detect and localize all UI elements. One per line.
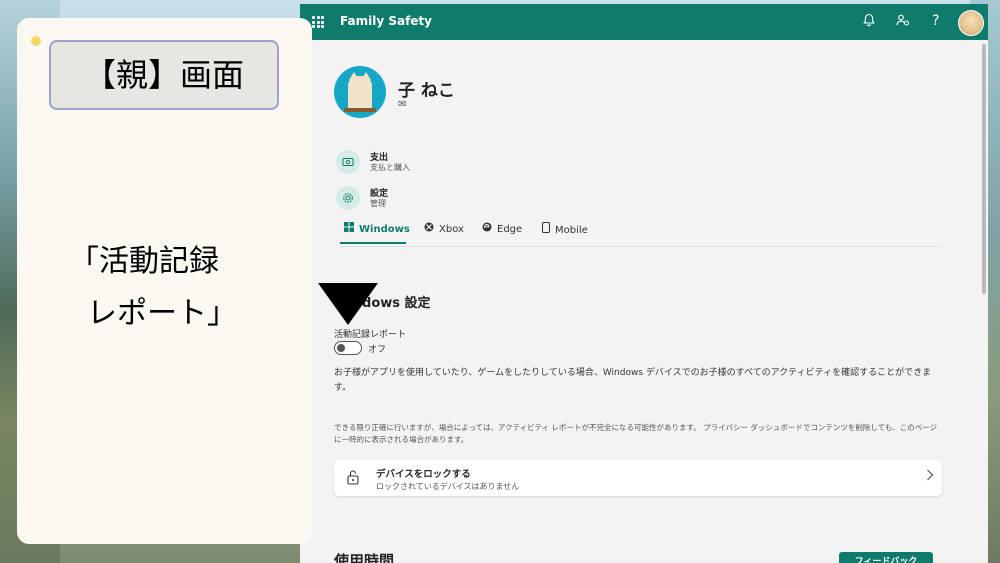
card-dot [31, 36, 41, 46]
menu-item-subtitle: 支払と購入 [370, 163, 410, 172]
tab-label: Mobile [555, 225, 588, 236]
edge-icon [482, 222, 492, 235]
xbox-icon [424, 222, 434, 235]
menu-item-subtitle: 管理 [370, 199, 386, 208]
activity-report-toggle[interactable] [334, 341, 362, 355]
scrollbar[interactable] [982, 44, 986, 294]
windows-icon [344, 222, 354, 235]
family-settings-icon[interactable] [896, 13, 910, 31]
mobile-icon [542, 222, 550, 236]
tab-label: Edge [497, 224, 523, 235]
feedback-button[interactable]: フィードバック [839, 552, 933, 563]
lock-device-title: デバイスをロックする [376, 469, 471, 480]
tab-mobile[interactable]: Mobile [542, 222, 588, 236]
tab-label: Xbox [439, 224, 464, 235]
profile-name: 子 ねこ [398, 81, 455, 101]
pointer-triangle [318, 283, 378, 325]
user-avatar[interactable] [958, 10, 984, 36]
app-launcher-icon[interactable] [312, 16, 324, 28]
wallet-icon [336, 150, 360, 174]
mail-icon[interactable]: ✉ [398, 99, 406, 110]
tab-edge[interactable]: Edge [482, 222, 522, 235]
annotation-card: 【親】画面 「活動記録 レポート」 [17, 18, 312, 544]
activity-report-label: 活動記録レポート [334, 330, 407, 340]
app-name: Family Safety [340, 14, 432, 28]
tab-windows[interactable]: Windows [344, 222, 410, 235]
device-tabs: Windows Xbox Edge Mobile [340, 218, 942, 247]
help-icon[interactable]: ? [932, 13, 939, 29]
top-bar: Family Safety ? [300, 4, 988, 40]
tab-xbox[interactable]: Xbox [424, 222, 464, 235]
toggle-knob [337, 344, 345, 352]
annotation-line-1: 「活動記録 [69, 244, 219, 279]
activity-description: お子様がアプリを使用していたり、ゲームをしたりしている場合、Windows デバ… [334, 368, 932, 393]
lock-device-card[interactable]: デバイスをロックする ロックされているデバイスはありません [334, 460, 942, 496]
active-tab-indicator [340, 242, 406, 244]
annotation-line-2: レポート」 [87, 296, 237, 331]
activity-note: できる限り正確に行いますが、場合によっては、アクティビティ レポートが不完全にな… [334, 423, 937, 444]
lock-device-subtitle: ロックされているデバイスはありません [376, 482, 520, 491]
usage-title: 使用時間 [334, 552, 395, 563]
tab-label: Windows [359, 224, 410, 235]
gear-icon [336, 186, 360, 210]
browser-window: Family Safety ? 子 ねこ ✉ 支出 支払と購入 設定 管理 Wi [300, 4, 988, 563]
child-avatar [334, 66, 386, 118]
toggle-state: オフ [368, 345, 387, 355]
chevron-right-icon [926, 468, 934, 486]
lock-icon [346, 469, 360, 489]
bell-icon[interactable] [862, 13, 876, 31]
parent-screen-label: 【親】画面 [49, 40, 279, 110]
